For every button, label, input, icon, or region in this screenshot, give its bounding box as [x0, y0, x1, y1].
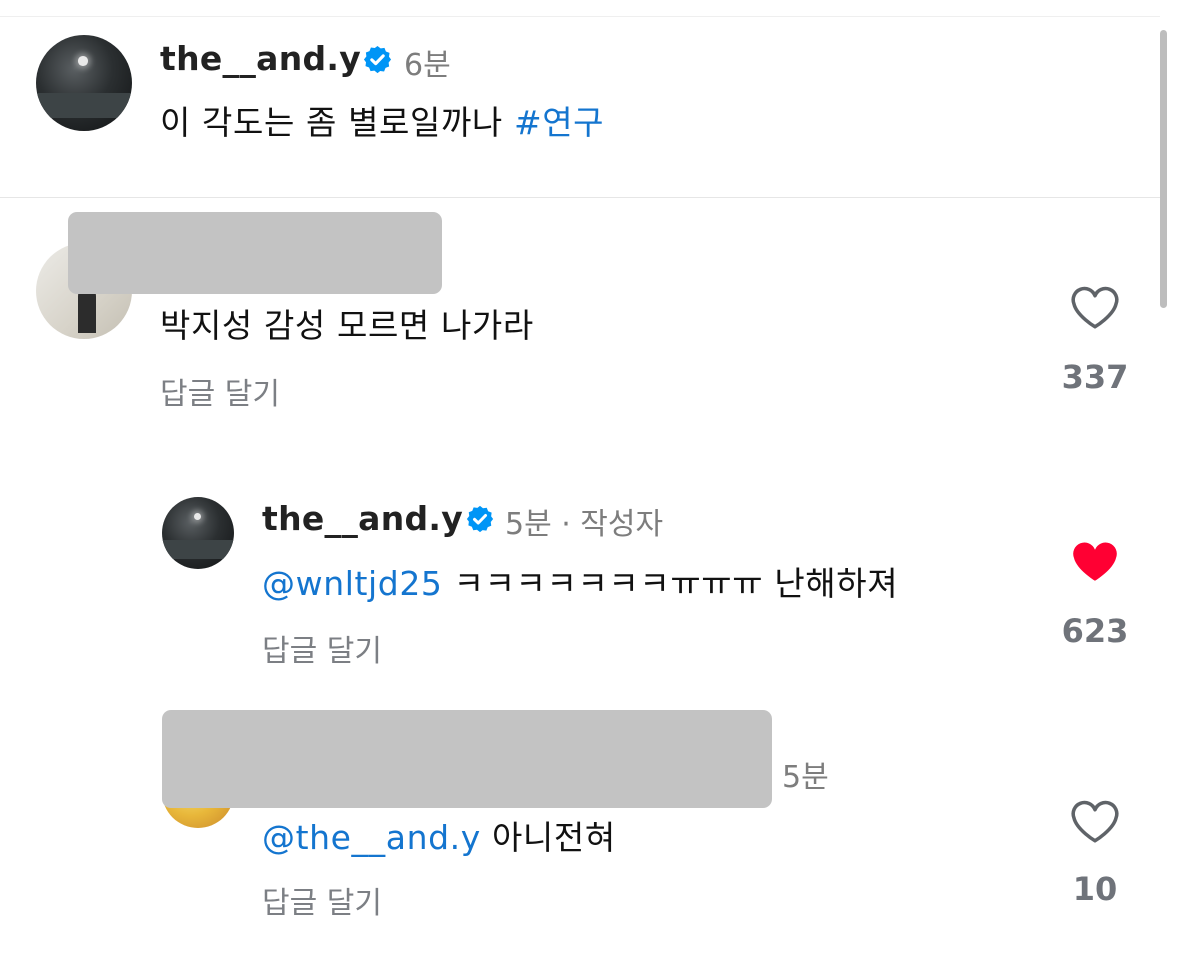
comment-3-like-button[interactable] — [1070, 798, 1120, 844]
comment-1-username-redaction — [68, 212, 442, 294]
verified-badge-icon — [362, 44, 393, 75]
post-author-avatar[interactable] — [36, 35, 132, 131]
scrollbar-thumb[interactable] — [1160, 30, 1167, 308]
comment-3-reply-button[interactable]: 답글 달기 — [262, 878, 382, 922]
comment-2-timestamp: 5분 — [505, 507, 552, 542]
post-divider — [0, 197, 1160, 198]
comment-2-mention-link[interactable]: @wnltjd25 — [262, 564, 443, 603]
comment-2-like-count: 623 — [1061, 612, 1129, 650]
comment-3-timestamp: 5분 — [782, 760, 829, 795]
comment-1-reply-button[interactable]: 답글 달기 — [160, 369, 280, 413]
top-divider — [0, 16, 1160, 17]
post-timestamp: 6분 — [404, 48, 451, 83]
comment-2-avatar[interactable] — [162, 497, 234, 569]
comment-2-like-button[interactable] — [1070, 538, 1120, 584]
comment-3-text: 아니전혀 — [491, 818, 616, 857]
post-author-username[interactable]: the__and.y — [160, 39, 361, 78]
heart-filled-icon — [1073, 542, 1117, 581]
comment-3-username-redaction — [162, 710, 772, 808]
comment-3-mention-link[interactable]: @the__and.y — [262, 818, 481, 857]
post-caption: 이 각도는 좀 별로일까나 #연구 — [160, 96, 604, 144]
comment-1-like-count: 337 — [1061, 358, 1129, 396]
comment-3-text-line: @the__and.y 아니전혀 — [262, 811, 616, 859]
comment-2-meta: 5분 · 작성자 — [505, 499, 663, 543]
comment-2-text-line: @wnltjd25 ㅋㅋㅋㅋㅋㅋㅋㅠㅠㅠ 난해하져 — [262, 557, 898, 605]
comment-2-text: ㅋㅋㅋㅋㅋㅋㅋㅠㅠㅠ 난해하져 — [453, 564, 899, 603]
heart-outline-icon — [1071, 286, 1119, 329]
comment-2-username[interactable]: the__and.y — [262, 499, 463, 538]
comment-2-reply-button[interactable]: 답글 달기 — [262, 626, 382, 670]
comment-1-text: 박지성 감성 모르면 나가라 — [160, 306, 534, 345]
comment-2-author-tag: · 작성자 — [561, 507, 664, 542]
comment-1-like-button[interactable] — [1070, 284, 1120, 330]
verified-badge-icon — [465, 504, 495, 534]
comment-3-like-count: 10 — [1072, 870, 1118, 908]
heart-outline-icon — [1071, 800, 1119, 843]
post-caption-text: 이 각도는 좀 별로일까나 — [160, 103, 503, 142]
post-hashtag-link[interactable]: #연구 — [514, 103, 604, 142]
